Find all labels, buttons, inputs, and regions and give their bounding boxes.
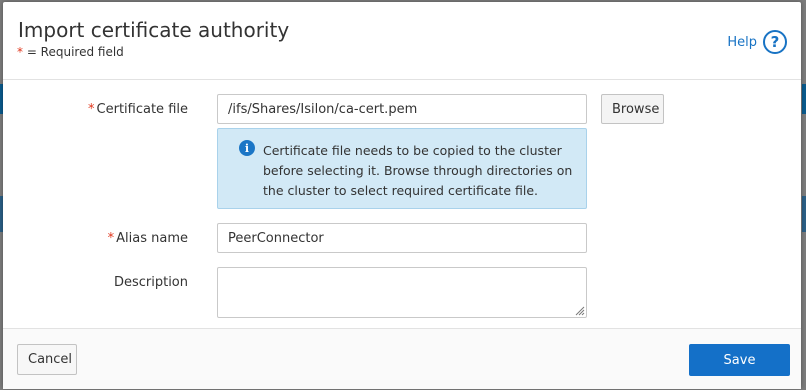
alias-name-label-text: Alias name: [116, 231, 188, 246]
background-app-strip: [802, 196, 806, 232]
info-icon: i: [239, 140, 255, 156]
certificate-file-label-text: Certificate file: [96, 102, 188, 117]
required-star: *: [88, 102, 95, 117]
description-textarea[interactable]: [217, 267, 587, 318]
help-label: Help: [727, 34, 757, 50]
certificate-file-input[interactable]: [217, 94, 587, 124]
description-label: Description: [113, 275, 188, 290]
info-message-text: Certificate file needs to be copied to t…: [263, 143, 573, 198]
certificate-file-label: * Certificate file: [88, 102, 188, 117]
background-app-strip: [802, 84, 806, 114]
dialog-title: Import certificate authority: [18, 18, 290, 42]
dialog-footer: Cancel Save: [3, 328, 801, 389]
resize-grip-icon[interactable]: [575, 306, 585, 316]
cancel-button[interactable]: Cancel: [17, 344, 77, 375]
alias-name-input[interactable]: [217, 223, 587, 253]
dialog-body: *Certificate file Browse i Certificate f…: [3, 80, 801, 328]
question-circle-icon[interactable]: ?: [763, 30, 787, 54]
save-button[interactable]: Save: [689, 344, 790, 376]
browse-button[interactable]: Browse: [601, 94, 664, 124]
required-note-text: = Required field: [23, 45, 124, 59]
help-link[interactable]: Help ?: [727, 30, 787, 54]
import-certificate-dialog: Import certificate authority * = Require…: [3, 2, 801, 389]
dialog-header: Import certificate authority * = Require…: [3, 2, 801, 80]
required-field-note: * = Required field: [17, 45, 124, 59]
info-message-box: i Certificate file needs to be copied to…: [217, 128, 587, 209]
alias-name-label: * Alias name: [108, 231, 188, 246]
required-star: *: [107, 231, 115, 246]
